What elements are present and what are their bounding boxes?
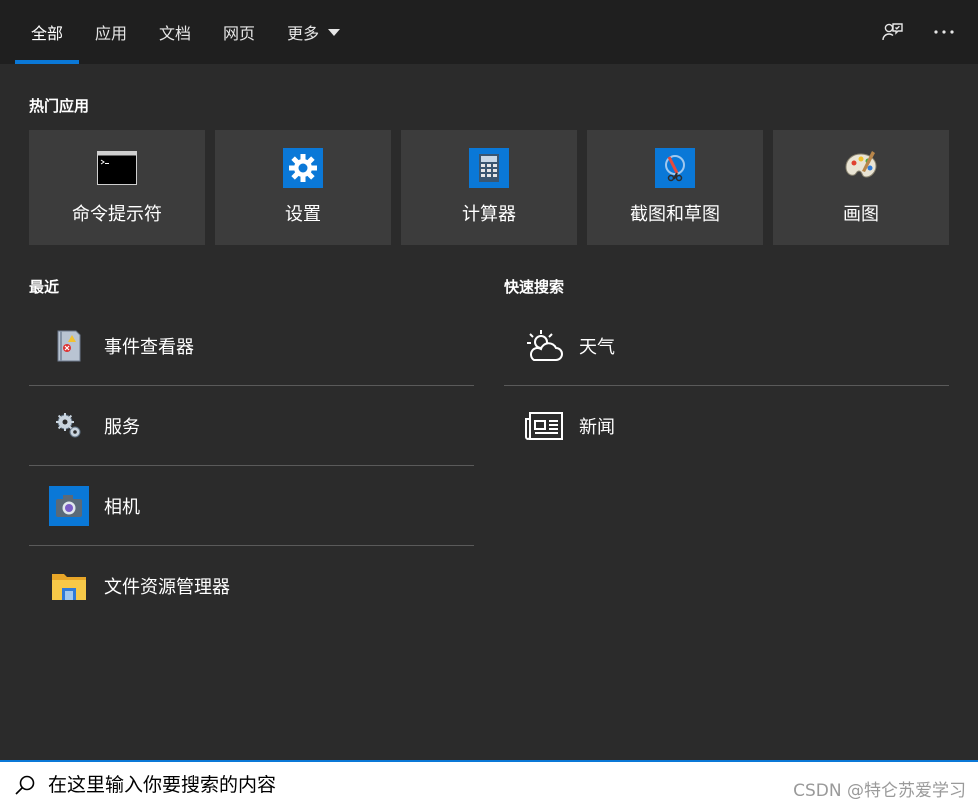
feedback-button[interactable] [876,16,908,48]
top-apps-grid: 命令提示符 设置 计算器 截图和草图 画图 [29,130,949,245]
top-bar: 全部 应用 文档 网页 更多 [0,0,978,64]
tab-apps[interactable]: 应用 [79,0,143,64]
paint-palette-icon [841,148,881,188]
list-item-label: 新闻 [579,416,615,438]
search-bar: CSDN @特仑苏爱学习 [0,760,978,807]
tab-all[interactable]: 全部 [15,0,80,64]
list-item-label: 事件查看器 [104,336,194,358]
services-gears-icon [49,406,89,446]
app-tile-settings[interactable]: 设置 [215,130,391,245]
recent-list: 事件查看器 服务 相机 文件资源管理器 [29,306,474,625]
tab-web[interactable]: 网页 [207,0,271,64]
tab-all-label: 全部 [31,24,64,43]
tab-more-label: 更多 [287,24,320,43]
list-item-label: 服务 [104,416,140,438]
command-prompt-icon [97,148,137,188]
watermark-text: CSDN @特仑苏爱学习 [793,781,966,801]
top-actions [876,16,960,48]
file-explorer-folder-icon [49,566,89,606]
tab-documents-label: 文档 [159,24,192,43]
news-icon [524,406,564,446]
list-item-news[interactable]: 新闻 [504,386,949,465]
recent-heading: 最近 [29,278,60,296]
calculator-icon [469,148,509,188]
search-scope-tabs: 全部 应用 文档 网页 更多 [15,0,356,64]
tab-documents[interactable]: 文档 [143,0,207,64]
tab-apps-label: 应用 [95,24,128,43]
list-item-camera[interactable]: 相机 [29,466,474,546]
snip-sketch-icon [655,148,695,188]
tab-web-label: 网页 [223,24,256,43]
quick-search-heading: 快速搜索 [504,278,565,296]
app-tile-paint[interactable]: 画图 [773,130,949,245]
list-item-services[interactable]: 服务 [29,386,474,466]
top-apps-heading: 热门应用 [29,97,90,115]
list-item-event-viewer[interactable]: 事件查看器 [29,306,474,386]
app-tile-command-prompt[interactable]: 命令提示符 [29,130,205,245]
feedback-icon [882,23,903,41]
list-item-label: 文件资源管理器 [104,576,230,598]
tab-more[interactable]: 更多 [271,0,356,64]
event-viewer-icon [49,326,89,366]
search-input[interactable] [48,767,748,803]
list-item-label: 天气 [579,336,615,358]
app-label: 截图和草图 [630,204,720,225]
app-tile-snip-sketch[interactable]: 截图和草图 [587,130,763,245]
app-tile-calculator[interactable]: 计算器 [401,130,577,245]
list-item-label: 相机 [104,496,140,518]
ellipsis-icon [934,30,954,34]
settings-gear-icon [283,148,323,188]
quick-search-list: 天气 新闻 [504,306,949,465]
app-label: 设置 [285,204,321,225]
list-item-weather[interactable]: 天气 [504,306,949,386]
weather-icon [524,326,564,366]
app-label: 计算器 [462,204,516,225]
app-label: 画图 [843,204,879,225]
camera-icon [49,485,89,526]
chevron-down-icon [328,28,341,36]
list-item-file-explorer[interactable]: 文件资源管理器 [29,546,474,625]
more-options-button[interactable] [928,16,960,48]
search-icon [15,775,35,795]
app-label: 命令提示符 [72,204,162,225]
